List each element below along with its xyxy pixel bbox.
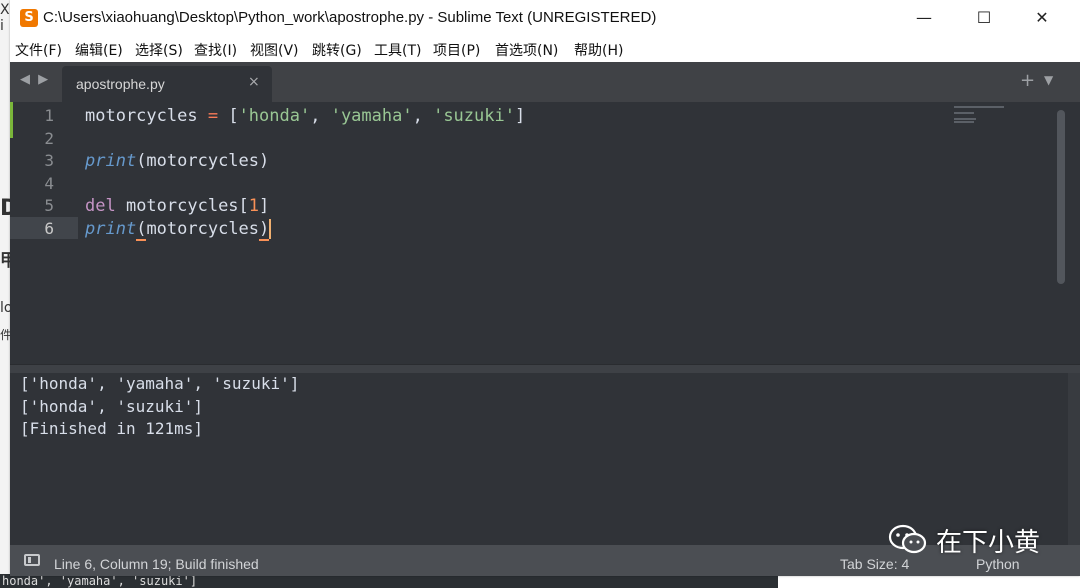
menu-file[interactable]: 文件(F) <box>15 40 62 60</box>
code-identifier: motorcycles <box>85 106 208 126</box>
code-function: print <box>85 218 137 239</box>
title-bar[interactable]: S C:\Users\xiaohuang\Desktop\Python_work… <box>10 0 1080 36</box>
menu-help[interactable]: 帮助(H) <box>574 40 623 60</box>
menu-edit[interactable]: 编辑(E) <box>75 40 123 60</box>
code-function: print <box>85 151 137 171</box>
minimap-line <box>954 112 974 114</box>
tab-nav-arrows-icon[interactable]: ◀ ▶ <box>20 72 50 87</box>
menu-bar: 文件(F) 编辑(E) 选择(S) 查找(I) 视图(V) 跳转(G) 工具(T… <box>10 36 1080 62</box>
code-bracket: ] <box>259 196 270 216</box>
code-paren-match: ( <box>136 218 147 241</box>
output-line: [Finished in 121ms] <box>20 419 204 438</box>
minimap-line <box>954 106 1004 108</box>
line-number-current: 6 <box>44 218 54 238</box>
background-window-text: honda', 'yamaha', 'suzuki'] <box>0 574 778 588</box>
line-number: 1 <box>44 106 54 125</box>
sublime-window: S C:\Users\xiaohuang\Desktop\Python_work… <box>10 0 1080 576</box>
line-number: 4 <box>44 173 54 193</box>
tab-close-icon[interactable]: × <box>248 74 260 90</box>
modified-line-marker <box>10 102 13 138</box>
code-string: 'yamaha' <box>330 106 413 126</box>
minimap[interactable] <box>954 106 1014 126</box>
line-number: 3 <box>44 151 54 170</box>
menu-preferences[interactable]: 首选项(N) <box>495 40 558 60</box>
wechat-icon <box>888 524 927 554</box>
menu-view[interactable]: 视图(V) <box>250 40 299 60</box>
code-args: (motorcycles) <box>136 151 270 171</box>
tab-label: apostrophe.py <box>76 76 165 92</box>
minimap-line <box>954 118 976 120</box>
code-args: motorcycles <box>146 218 260 239</box>
tab-apostrophe-py[interactable]: apostrophe.py × <box>62 66 272 102</box>
editor-scrollbar[interactable] <box>1057 110 1065 284</box>
text-caret <box>269 218 272 239</box>
minimize-button[interactable]: — <box>910 6 938 30</box>
code-paren-match: ) <box>259 218 270 241</box>
menu-find[interactable]: 查找(I) <box>194 40 237 60</box>
menu-project[interactable]: 项目(P) <box>433 40 480 60</box>
menu-tools[interactable]: 工具(T) <box>374 40 421 60</box>
code-line-3: print(motorcycles) <box>85 150 269 173</box>
line-number: 5 <box>44 196 54 215</box>
new-tab-icon[interactable]: + <box>1020 70 1035 91</box>
code-bracket: ] <box>514 106 526 126</box>
code-line-6: print(motorcycles) <box>85 218 272 241</box>
code-string: 'honda' <box>238 106 311 126</box>
code-string: 'suzuki' <box>433 106 515 126</box>
output-line: ['honda', 'suzuki'] <box>20 396 204 416</box>
tab-menu-icon[interactable]: ▼ <box>1044 73 1053 87</box>
tab-bar: ◀ ▶ apostrophe.py × + ▼ <box>10 62 1080 102</box>
code-comma: , <box>412 106 434 126</box>
code-comma: , <box>310 106 331 126</box>
menu-goto[interactable]: 跳转(G) <box>312 40 362 60</box>
code-identifier: motorcycles[ <box>115 196 249 216</box>
watermark-text: 在下小黄 <box>936 528 1041 558</box>
watermark: 在下小黄 <box>888 516 1058 560</box>
minimap-line <box>954 121 974 123</box>
window-title: C:\Users\xiaohuang\Desktop\Python_work\a… <box>43 9 657 26</box>
code-number: 1 <box>248 196 260 216</box>
status-position: Line 6, Column 19; Build finished <box>54 556 259 572</box>
menu-selection[interactable]: 选择(S) <box>135 40 183 60</box>
code-keyword: del <box>85 196 116 216</box>
code-line-1: motorcycles = ['honda', 'yamaha', 'suzuk… <box>85 105 525 128</box>
code-editor[interactable]: 1 2 3 4 5 6 motorcycles = ['honda', 'yam… <box>10 102 1080 364</box>
code-line-5: del motorcycles[1] <box>85 195 269 218</box>
sublime-icon: S <box>20 9 38 27</box>
close-button[interactable]: ✕ <box>1028 6 1056 30</box>
output-scrollbar[interactable] <box>1068 373 1080 545</box>
maximize-button[interactable]: ☐ <box>970 6 998 30</box>
line-number: 2 <box>44 128 54 148</box>
output-line: ['honda', 'yamaha', 'suzuki'] <box>20 374 300 393</box>
panel-toggle-icon[interactable] <box>24 554 40 566</box>
code-operator: = <box>207 106 219 126</box>
code-bracket: [ <box>218 106 239 126</box>
